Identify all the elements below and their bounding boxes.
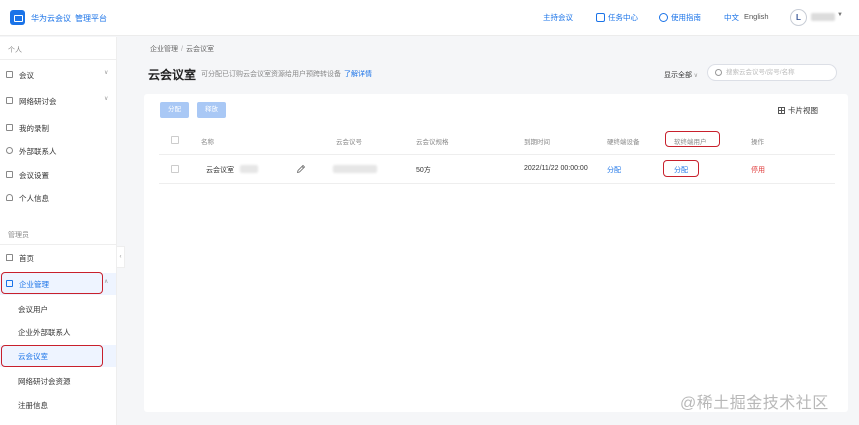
search-icon (715, 69, 722, 76)
row-checkbox[interactable] (171, 165, 179, 173)
task-center-icon (596, 13, 605, 22)
sidebar-sub-registration[interactable]: 注册信息 (0, 394, 116, 416)
sidebar-item-meeting[interactable]: 会议 ∨ (0, 64, 116, 86)
release-button[interactable]: 释放 (197, 102, 226, 118)
display-filter-label: 显示全部 (664, 72, 692, 79)
person-icon (6, 194, 13, 201)
edit-icon[interactable] (296, 164, 306, 174)
table-divider (159, 154, 835, 155)
chevron-up-icon: ∧ (104, 279, 109, 285)
avatar[interactable]: L (790, 9, 807, 26)
page-description: 可分配已订购云会议室资源给用户预跨转设备 了解详情 (201, 69, 372, 79)
cell-meeting-id-blurred (333, 165, 377, 173)
lang-en[interactable]: English (744, 12, 769, 21)
sidebar-sub-label: 会议用户 (18, 305, 48, 314)
webinar-icon (6, 97, 13, 104)
chevron-down-icon: ∨ (692, 73, 699, 79)
chevron-down-icon: ∨ (104, 96, 109, 102)
sidebar-item-label: 我的录制 (19, 124, 49, 133)
highlight-enterprise (1, 272, 103, 294)
column-header-meeting-id: 云会议号 (336, 139, 362, 146)
sidebar-item-label: 个人信息 (19, 194, 49, 203)
brand[interactable]: 华为云会议 管理平台 (31, 13, 107, 24)
settings-icon (6, 171, 13, 178)
chevron-down-icon[interactable]: ▼ (837, 12, 843, 18)
top-bar: 华为云会议 管理平台 主持会议 任务中心 使用指南 中文 English L ▼ (0, 0, 859, 36)
sidebar-item-label: 外部联系人 (19, 147, 57, 156)
chevron-down-icon: ∨ (104, 70, 109, 76)
cell-expire: 2022/11/22 00:00:00 (524, 165, 588, 172)
highlight-cloud-rooms (1, 345, 103, 367)
section-personal: 个人 (8, 47, 22, 54)
user-guide-label: 使用指南 (671, 13, 701, 22)
task-center-label: 任务中心 (608, 13, 638, 22)
card-view-label: 卡片视图 (788, 106, 818, 115)
username-blurred[interactable] (811, 13, 835, 21)
divider (0, 244, 116, 245)
sidebar-sub-label: 网络研讨会资源 (18, 377, 71, 386)
sidebar-sub-meeting-users[interactable]: 会议用户 (0, 298, 116, 320)
sidebar-sub-label: 企业外部联系人 (18, 328, 71, 337)
content-card (144, 94, 848, 412)
sidebar-item-recording[interactable]: 我的录制 (0, 117, 116, 139)
app-logo-icon[interactable] (10, 10, 25, 25)
sidebar-sub-external-contacts[interactable]: 企业外部联系人 (0, 321, 116, 343)
description-text: 可分配已订购云会议室资源给用户预跨转设备 (201, 71, 341, 78)
brand-subtitle: 管理平台 (75, 14, 107, 23)
assign-button[interactable]: 分配 (160, 102, 189, 118)
contact-icon (6, 147, 13, 154)
breadcrumb: 企业管理 / 云会议室 (150, 44, 214, 54)
breadcrumb-current: 云会议室 (185, 46, 214, 53)
highlight-soft-terminal-header (665, 131, 720, 147)
calendar-icon (6, 71, 13, 78)
cell-name: 云会议室 (206, 167, 234, 174)
column-header-hard-terminal: 硬终端设备 (607, 139, 640, 146)
lang-cn[interactable]: 中文 (724, 12, 739, 23)
sidebar-item-label: 会议 (19, 71, 34, 80)
column-header-expire: 到期时间 (524, 139, 550, 146)
search-input[interactable] (726, 67, 834, 78)
grid-icon (778, 107, 785, 114)
column-header-name: 名称 (201, 139, 214, 146)
sidebar-item-meeting-settings[interactable]: 会议设置 (0, 164, 116, 186)
display-filter-dropdown[interactable]: 显示全部 ∨ (664, 70, 698, 80)
task-center-link[interactable]: 任务中心 (596, 12, 638, 23)
sidebar-sub-webinar-resources[interactable]: 网络研讨会资源 (0, 370, 116, 392)
divider (0, 59, 116, 60)
breadcrumb-separator: / (181, 46, 183, 53)
host-meeting-link[interactable]: 主持会议 (543, 12, 573, 23)
compass-icon (659, 13, 668, 22)
watermark: @稀土掘金技术社区 (680, 395, 829, 412)
breadcrumb-item[interactable]: 企业管理 (150, 46, 178, 53)
search-box[interactable] (707, 64, 837, 81)
sidebar-sub-label: 注册信息 (18, 401, 48, 410)
sidebar-collapse-handle[interactable]: ‹ (117, 246, 125, 268)
brand-name: 华为云会议 (31, 14, 71, 23)
section-admin: 管理员 (8, 232, 29, 239)
recording-icon (6, 124, 13, 131)
sidebar-item-label: 会议设置 (19, 171, 49, 180)
disable-link[interactable]: 停用 (751, 165, 765, 175)
sidebar-item-home[interactable]: 首页 (0, 247, 116, 269)
learn-more-link[interactable]: 了解详情 (344, 71, 372, 78)
cell-name-blurred (240, 165, 258, 173)
sidebar-item-personal-info[interactable]: 个人信息 (0, 187, 116, 209)
page-title: 云会议室 (148, 68, 197, 82)
user-guide-link[interactable]: 使用指南 (659, 12, 701, 23)
assign-hard-terminal-link[interactable]: 分配 (607, 165, 621, 175)
highlight-assign-soft-terminal (663, 160, 699, 177)
home-icon (6, 254, 13, 261)
sidebar-item-label: 首页 (19, 254, 34, 263)
card-view-toggle[interactable]: 卡片视图 (778, 105, 818, 116)
column-header-spec: 云会议规格 (416, 139, 449, 146)
sidebar-item-webinar[interactable]: 网络研讨会 ∨ (0, 90, 116, 112)
select-all-checkbox[interactable] (171, 136, 179, 144)
cell-spec: 50方 (416, 167, 431, 174)
sidebar-item-contacts[interactable]: 外部联系人 (0, 140, 116, 162)
column-header-action: 操作 (751, 139, 764, 146)
table-divider (159, 183, 835, 184)
sidebar-item-label: 网络研讨会 (19, 97, 57, 106)
